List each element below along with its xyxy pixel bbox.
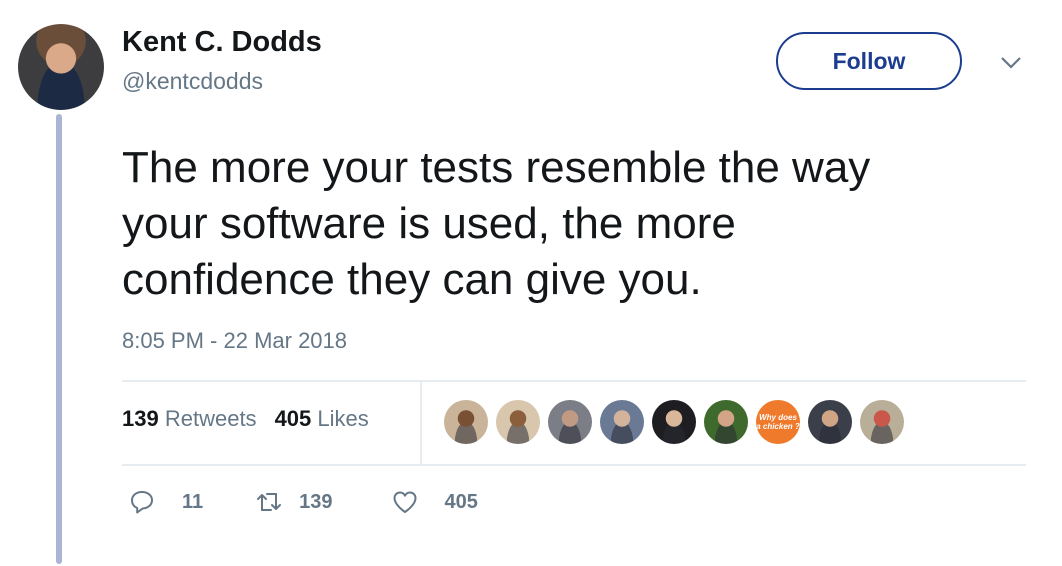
retweet-button[interactable]: 139 [255,488,333,516]
author-name[interactable]: Kent C. Dodds [122,26,322,59]
divider [122,464,1026,466]
heart-icon [393,491,417,513]
reply-icon [131,491,153,514]
likes-count: 405 [274,406,312,431]
liker-avatar[interactable] [860,400,904,444]
retweet-icon [257,493,282,511]
retweet-count: 139 [299,490,333,513]
tweet-line: confidence they can give you. [122,255,702,304]
liker-avatar[interactable] [704,400,748,444]
like-count: 405 [444,490,478,513]
divider [420,382,422,465]
reply-count: 11 [182,490,204,513]
liker-avatar-text: Why does a chicken ? [756,413,800,431]
liker-avatars: Why does a chicken ? [444,400,904,444]
liker-avatar[interactable]: Why does a chicken ? [756,400,800,444]
liker-avatar[interactable] [496,400,540,444]
tweet-text: The more your tests resemble the way you… [122,140,1022,308]
tweet-line: your software is used, the more [122,199,736,248]
author-avatar[interactable] [18,24,104,110]
retweets-label: Retweets [164,406,257,431]
thread-line [56,114,62,564]
liker-avatar[interactable] [444,400,488,444]
author-handle[interactable]: @kentcdodds [122,68,263,95]
liker-avatar[interactable] [600,400,644,444]
likes-label: Likes [317,406,369,431]
tweet-line: The more your tests resemble the way [122,143,871,192]
tweet-actions: 11 139 405 [122,488,478,516]
liker-avatar[interactable] [548,400,592,444]
divider [122,380,1026,382]
liker-avatar[interactable] [808,400,852,444]
tweet-timestamp[interactable]: 8:05 PM - 22 Mar 2018 [122,328,347,354]
liker-avatar[interactable] [652,400,696,444]
chevron-down-icon[interactable] [1000,56,1022,70]
retweets-stat[interactable]: 139 Retweets [122,406,257,432]
follow-button[interactable]: Follow [776,32,962,90]
retweets-count: 139 [122,406,159,431]
likes-stat[interactable]: 405 Likes [275,406,369,432]
reply-button[interactable]: 11 [128,488,203,516]
tweet-stats: 139 Retweets 405 Likes [122,406,369,432]
like-button[interactable]: 405 [391,488,478,516]
